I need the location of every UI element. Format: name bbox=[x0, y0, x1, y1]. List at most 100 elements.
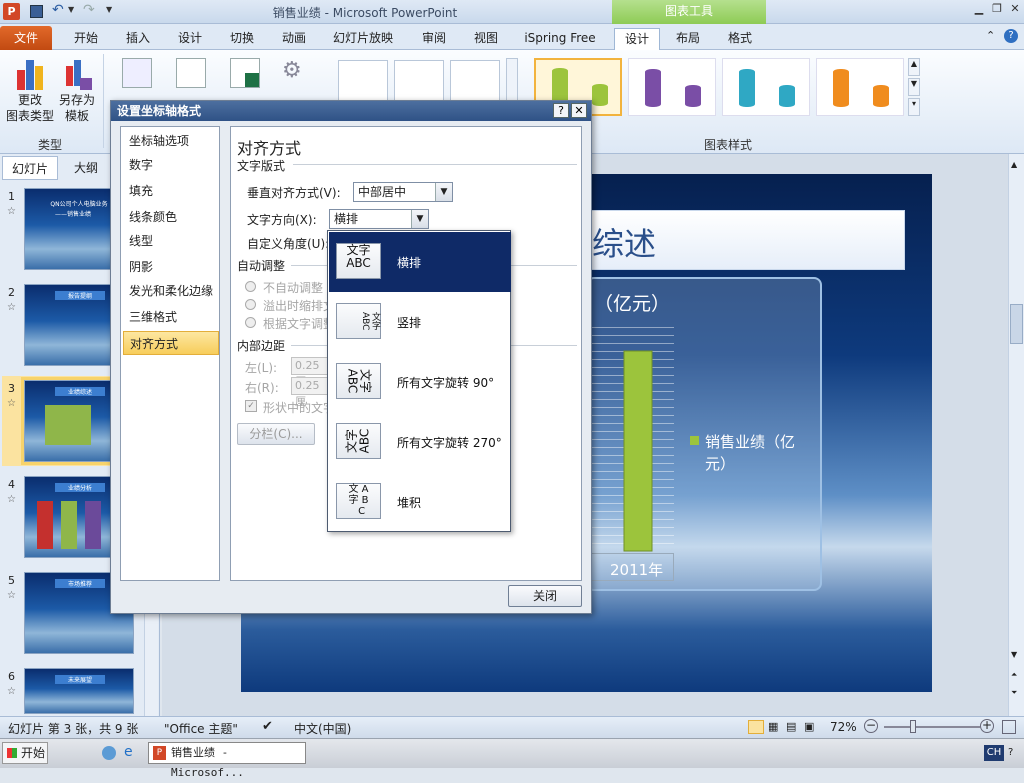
scroll-down-icon[interactable]: ▼ bbox=[1011, 650, 1017, 659]
style-gallery-up[interactable]: ▲ bbox=[908, 58, 920, 76]
style-gallery-down[interactable]: ▼ bbox=[908, 78, 920, 96]
change-chart-type-button[interactable]: 更改 图表类型 bbox=[4, 56, 56, 124]
nav-fill[interactable]: 填充 bbox=[123, 179, 219, 203]
windows-logo-icon bbox=[7, 748, 17, 758]
normal-view-icon[interactable] bbox=[748, 720, 764, 734]
chart-style-3[interactable] bbox=[722, 58, 810, 116]
direction-option-rotate-270[interactable]: 文字 ABC 所有文字旋转 270° bbox=[329, 412, 511, 472]
nav-number[interactable]: 数字 bbox=[123, 153, 219, 177]
tab-chart-design[interactable]: 设计 bbox=[614, 28, 660, 50]
zoom-slider-thumb[interactable] bbox=[910, 720, 916, 733]
tab-view[interactable]: 视图 bbox=[466, 28, 506, 50]
dialog-close-x-button[interactable]: ✕ bbox=[571, 103, 587, 118]
nav-shadow[interactable]: 阴影 bbox=[123, 255, 219, 279]
tab-design[interactable]: 设计 bbox=[170, 28, 210, 50]
slide-4-block-red bbox=[37, 501, 53, 549]
refresh-data-icon[interactable]: ⚙ bbox=[282, 58, 312, 88]
tab-transitions[interactable]: 切换 bbox=[222, 28, 262, 50]
title-bar: P ↶ ▼ ↷ ▼ 销售业绩 - Microsoft PowerPoint bbox=[0, 0, 1024, 24]
spellcheck-icon[interactable]: ✔ bbox=[262, 719, 273, 734]
close-button[interactable]: 关闭 bbox=[508, 585, 582, 607]
chart-object[interactable]: （亿元） 2011年 销售业绩（亿 元） bbox=[586, 277, 822, 591]
direction-option-vertical[interactable]: 文字ABC 竖排 bbox=[329, 292, 511, 352]
chart-bar[interactable] bbox=[623, 350, 653, 552]
save-as-template-button[interactable]: 另存为 模板 bbox=[56, 56, 98, 124]
switch-row-column-icon[interactable] bbox=[122, 58, 152, 88]
zoom-out-icon[interactable]: − bbox=[864, 719, 878, 733]
nav-glow-soft-edges[interactable]: 发光和柔化边缘 bbox=[123, 279, 219, 303]
edit-data-icon[interactable] bbox=[230, 58, 260, 88]
tab-ispring[interactable]: iSpring Free bbox=[520, 28, 600, 50]
tab-chart-format[interactable]: 格式 bbox=[720, 28, 760, 50]
right-margin-input[interactable]: 0.25 厘 bbox=[291, 377, 331, 408]
tab-slideshow[interactable]: 幻灯片放映 bbox=[328, 28, 398, 50]
tab-slides[interactable]: 幻灯片 bbox=[2, 156, 58, 180]
tab-insert[interactable]: 插入 bbox=[118, 28, 158, 50]
chart-style-4[interactable] bbox=[816, 58, 904, 116]
tab-file[interactable]: 文件 bbox=[0, 26, 52, 50]
tab-outline[interactable]: 大纲 bbox=[66, 156, 106, 180]
autofit-resize-label: 根据文字调整 bbox=[263, 317, 336, 331]
autofit-none-radio[interactable] bbox=[245, 281, 256, 292]
scroll-up-icon[interactable]: ▲ bbox=[1011, 160, 1017, 169]
style-gallery-more[interactable]: ▾ bbox=[908, 98, 920, 116]
slide-count: 幻灯片 第 3 张，共 9 张 bbox=[8, 722, 139, 736]
tray-icon[interactable]: ? bbox=[1008, 747, 1013, 758]
ime-indicator[interactable]: CH bbox=[984, 745, 1004, 761]
prev-slide-icon[interactable]: ⏶ bbox=[1011, 670, 1017, 680]
text-direction-label: 文字方向(X): bbox=[247, 213, 317, 227]
chevron-down-icon[interactable]: ▼ bbox=[411, 210, 428, 228]
autofit-shrink-radio[interactable] bbox=[245, 299, 256, 310]
text-direction-select[interactable]: 横排 ▼ bbox=[329, 209, 429, 229]
next-slide-icon[interactable]: ⏷ bbox=[1011, 688, 1017, 698]
group-label-type: 类型 bbox=[38, 138, 63, 152]
language-indicator[interactable]: 中文(中国) bbox=[294, 720, 351, 737]
slide-title-box[interactable]: 综述 bbox=[585, 210, 905, 270]
direction-option-stacked[interactable]: 文 A字 B C 堆积 bbox=[329, 472, 511, 532]
tab-animations[interactable]: 动画 bbox=[274, 28, 314, 50]
reading-view-icon[interactable]: ▤ bbox=[786, 720, 796, 733]
tab-home[interactable]: 开始 bbox=[66, 28, 106, 50]
direction-option-horizontal[interactable]: 文字 ABC 横排 bbox=[329, 232, 511, 292]
restore-icon[interactable]: ❐ bbox=[988, 2, 1006, 18]
canvas-vertical-scrollbar[interactable]: ▲ ▼ ⏶ ⏷ bbox=[1008, 154, 1024, 716]
dialog-nav-list: 坐标轴选项 数字 填充 线条颜色 线型 阴影 发光和柔化边缘 三维格式 对齐方式 bbox=[120, 126, 220, 581]
fit-window-icon[interactable] bbox=[1002, 720, 1016, 734]
quicklaunch-icon[interactable] bbox=[102, 746, 116, 760]
ie-icon[interactable]: e bbox=[124, 744, 133, 760]
nav-axis-options[interactable]: 坐标轴选项 bbox=[123, 129, 219, 153]
section-autofit: 自动调整 bbox=[237, 259, 286, 273]
zoom-level[interactable]: 72% bbox=[830, 720, 857, 734]
columns-button[interactable]: 分栏(C)... bbox=[237, 423, 315, 445]
zoom-slider[interactable] bbox=[884, 726, 980, 728]
tab-chart-layout[interactable]: 布局 bbox=[668, 28, 708, 50]
select-data-icon[interactable] bbox=[176, 58, 206, 88]
minimize-icon[interactable]: ▁ bbox=[970, 2, 988, 18]
nav-line-style[interactable]: 线型 bbox=[123, 229, 219, 253]
tab-review[interactable]: 审阅 bbox=[414, 28, 454, 50]
scroll-thumb[interactable] bbox=[1010, 304, 1023, 344]
nav-line-color[interactable]: 线条颜色 bbox=[123, 205, 219, 229]
chart-style-2[interactable] bbox=[628, 58, 716, 116]
nav-alignment[interactable]: 对齐方式 bbox=[123, 331, 219, 355]
slideshow-icon[interactable]: ▣ bbox=[804, 720, 814, 733]
zoom-in-icon[interactable]: + bbox=[980, 719, 994, 733]
autofit-none-label: 不自动调整 bbox=[263, 281, 324, 295]
option-label: 竖排 bbox=[397, 316, 422, 330]
slide-sorter-icon[interactable]: ▦ bbox=[768, 720, 778, 733]
direction-option-rotate-90[interactable]: 文字 ABC 所有文字旋转 90° bbox=[329, 352, 511, 412]
help-icon[interactable]: ? bbox=[1004, 29, 1018, 43]
nav-3d-format[interactable]: 三维格式 bbox=[123, 305, 219, 329]
wrap-text-checkbox[interactable]: ✓ bbox=[245, 400, 257, 412]
style-1-bar-b bbox=[592, 84, 608, 106]
left-margin-input[interactable]: 0.25 厘 bbox=[291, 357, 331, 388]
ribbon-collapse-icon[interactable]: ⌃ bbox=[986, 29, 995, 42]
autofit-resize-radio[interactable] bbox=[245, 317, 256, 328]
slide-thumbnail-6[interactable]: 未来展望 bbox=[24, 668, 134, 714]
vertical-align-select[interactable]: 中部居中 ▼ bbox=[353, 182, 453, 202]
dialog-help-button[interactable]: ? bbox=[553, 103, 569, 118]
taskbar-window-button[interactable]: P 销售业绩 - Microsof... bbox=[148, 742, 306, 779]
chevron-down-icon[interactable]: ▼ bbox=[435, 183, 452, 201]
close-icon[interactable]: ✕ bbox=[1006, 2, 1024, 18]
start-button[interactable]: 开始 bbox=[2, 742, 48, 764]
